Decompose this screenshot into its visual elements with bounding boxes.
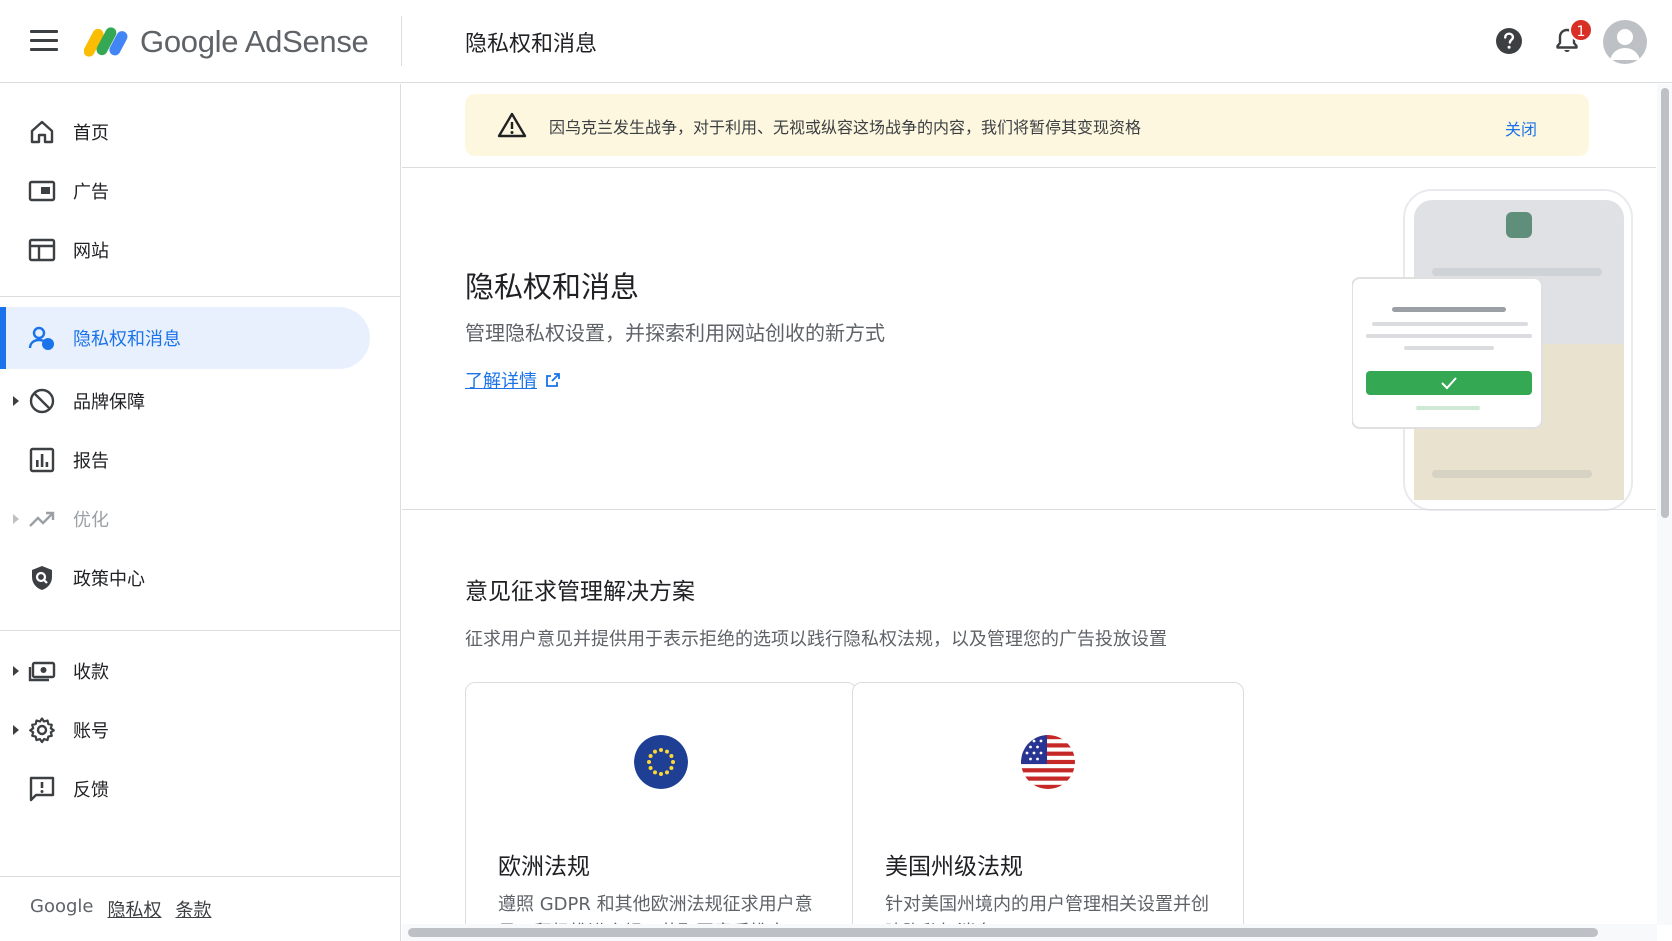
sidebar-item-optimization[interactable]: 优化 [0,488,370,550]
notification-badge: 1 [1569,18,1593,42]
sidebar-item-ads[interactable]: 广告 [0,160,370,222]
sidebar-item-sites[interactable]: 网站 [0,219,370,281]
trending-up-icon [29,511,55,527]
menu-icon[interactable] [30,30,58,52]
topbar-divider [401,16,402,66]
war-notice-banner: 因乌克兰发生战争，对于利用、无视或纵容这场战争的内容，我们将暂停其变现资格 关闭 [465,94,1589,156]
consent-section-subtitle: 征求用户意见并提供用于表示拒绝的选项以践行隐私权法规，以及管理您的广告投放设置 [465,629,1167,650]
sidebar-divider [0,296,401,297]
sidebar-item-label: 隐私权和消息 [73,329,181,350]
sidebar-item-label: 优化 [73,510,109,531]
account-avatar[interactable] [1603,20,1647,64]
eu-flag-icon [634,735,688,789]
sidebar-item-label: 收款 [73,662,109,683]
sidebar-item-label: 首页 [73,123,109,144]
footer-brand: Google [30,896,94,917]
expand-caret-icon [13,725,19,735]
vertical-scrollbar-thumb[interactable] [1661,88,1669,518]
sidebar-divider [0,630,401,631]
sidebar-footer: Google 隐私权 条款 [30,896,211,922]
sites-icon [28,238,56,262]
european-regulations-card[interactable]: 欧洲法规 遵照 GDPR 和其他欧洲法规征求用户意见，积极推进合规…获取同意后推… [465,682,857,924]
help-icon[interactable] [1494,26,1524,56]
privacy-link[interactable]: 隐私权 [107,896,161,922]
sidebar-item-home[interactable]: 首页 [0,101,370,163]
sidebar-item-feedback[interactable]: 反馈 [0,758,370,820]
sidebar-item-account[interactable]: 账号 [0,699,370,761]
section-divider [402,509,1656,510]
policy-shield-icon [32,566,52,590]
sidebar-item-policy-center[interactable]: 政策中心 [0,547,370,609]
open-in-new-icon [546,373,560,387]
sidebar-item-label: 报告 [73,451,109,472]
sidebar-item-label: 广告 [73,182,109,203]
card-description: 遵照 GDPR 和其他欧洲法规征求用户意见，积极推进合规…获取同意后推出 [498,894,813,924]
us-flag-icon [1021,735,1075,789]
ads-icon [28,180,56,202]
sidebar-item-label: 品牌保障 [73,392,145,413]
banner-close-button[interactable]: 关闭 [1505,116,1537,140]
section-divider [402,167,1656,168]
vertical-scrollbar[interactable] [1657,84,1672,925]
adsense-logo-icon [84,27,128,57]
consent-section-title: 意见征求管理解决方案 [465,579,695,605]
expand-caret-icon [13,666,19,676]
banner-message: 因乌克兰发生战争，对于利用、无视或纵容这场战争的内容，我们将暂停其变现资格 [549,118,1142,137]
block-icon [29,388,55,414]
horizontal-scrollbar-thumb[interactable] [408,928,1598,937]
feedback-icon [29,776,55,802]
sidebar-divider [0,876,401,877]
settings-gear-icon [29,717,55,744]
expand-caret-icon [13,396,19,406]
sidebar-item-label: 政策中心 [73,569,145,590]
sidebar-item-reports[interactable]: 报告 [0,429,370,491]
sidebar-item-privacy[interactable]: 隐私权和消息 [0,307,370,369]
card-description: 针对美国州境内的用户管理相关设置并创建隐私权消息 [885,894,1209,924]
learn-more-label: 了解详情 [465,371,537,392]
top-app-bar: Google AdSense 隐私权和消息 1 [0,0,1672,83]
sidebar-nav: 首页 广告 网站 隐私权和消息 品牌保障 报告 优化 政策中心 收款 账号 反馈… [0,84,401,941]
adsense-logo[interactable]: Google AdSense [84,18,369,66]
horizontal-scrollbar[interactable] [402,924,1657,941]
us-state-regulations-card[interactable]: 美国州级法规 针对美国州境内的用户管理相关设置并创建隐私权消息 [852,682,1244,924]
privacy-illustration [1352,189,1633,511]
sidebar-item-payments[interactable]: 收款 [0,640,370,702]
avatar-person-icon [1610,29,1640,60]
home-icon [30,120,54,144]
hero-title: 隐私权和消息 [465,270,640,304]
main-content: 因乌克兰发生战争，对于利用、无视或纵容这场战争的内容，我们将暂停其变现资格 关闭… [402,84,1656,924]
warning-icon [497,112,527,138]
page-title: 隐私权和消息 [465,32,598,57]
sidebar-item-label: 账号 [73,721,109,742]
sidebar-item-label: 反馈 [73,780,109,801]
privacy-messaging-icon [28,326,54,350]
hero-subtitle: 管理隐私权设置，并探索利用网站创收的新方式 [465,321,885,345]
expand-caret-icon [13,514,19,524]
learn-more-link[interactable]: 了解详情 [465,367,561,393]
card-title: 美国州级法规 [885,854,1023,880]
sidebar-item-label: 网站 [73,241,109,262]
reports-icon [29,447,55,473]
app-name: Google AdSense [140,24,369,59]
card-title: 欧洲法规 [498,854,590,880]
payments-icon [28,661,56,682]
terms-link[interactable]: 条款 [175,896,211,922]
sidebar-item-brand-safety[interactable]: 品牌保障 [0,370,370,432]
